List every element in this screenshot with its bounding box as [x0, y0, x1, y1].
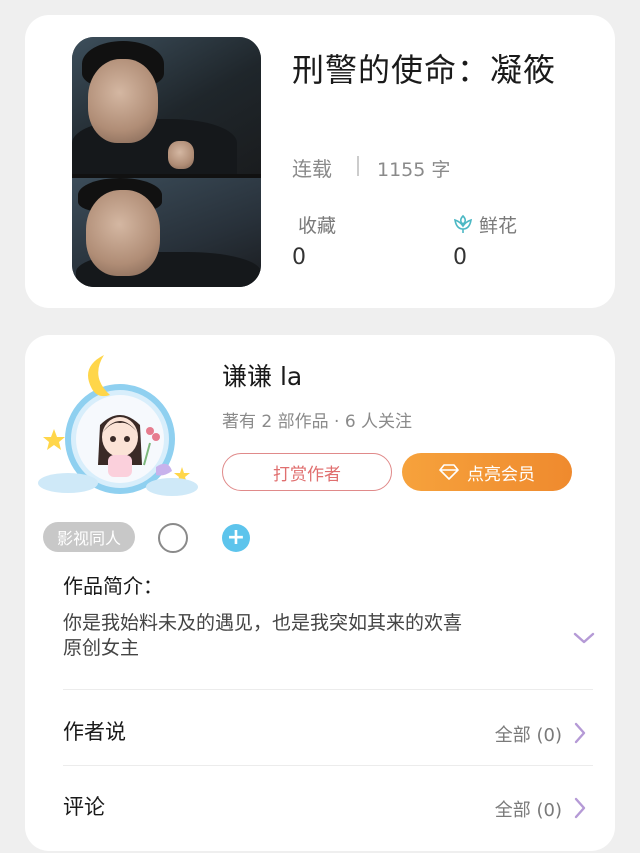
comments-label[interactable]: 评论 [63, 791, 105, 821]
divider [63, 765, 593, 766]
author-says-label[interactable]: 作者说 [63, 716, 126, 746]
divider [63, 689, 593, 690]
tip-author-button[interactable]: 打赏作者 [222, 453, 392, 491]
serial-status: 连载 [292, 157, 332, 181]
author-card: 谦谦 la 著有 2 部作品 · 6 人关注 打赏作者 点亮会员 影视同人 + … [25, 335, 615, 851]
author-name[interactable]: 谦谦 la [222, 357, 302, 393]
intro-line-1: 你是我始料未及的遇见，也是我突如其来的欢喜 [63, 612, 463, 634]
chevron-right-icon[interactable] [573, 722, 587, 744]
tip-author-label: 打赏作者 [273, 464, 341, 485]
comments-count[interactable]: 全部 (0) [495, 796, 562, 822]
tag-circle-icon[interactable] [158, 523, 188, 553]
chevron-down-icon[interactable] [573, 631, 595, 645]
word-count: 1155 字 [377, 159, 451, 181]
book-cover-image[interactable] [72, 37, 261, 287]
chevron-right-icon[interactable] [573, 797, 587, 819]
diamond-icon [439, 464, 459, 480]
flowers-label[interactable]: 鲜花 [479, 211, 517, 238]
favorites-count: 0 [292, 245, 306, 270]
author-meta: 著有 2 部作品 · 6 人关注 [222, 412, 413, 432]
add-tag-button[interactable]: + [222, 524, 250, 552]
light-vip-label: 点亮会员 [467, 464, 535, 485]
flowers-count: 0 [453, 245, 467, 270]
intro-text: 你是我始料未及的遇见，也是我突如其来的欢喜 原创女主 [63, 611, 462, 661]
author-says-count[interactable]: 全部 (0) [495, 721, 562, 747]
intro-title: 作品简介： [63, 574, 163, 598]
book-info-card: 刑警的使命：凝筱 连载 1155 字 收藏 0 鲜花 0 [25, 15, 615, 308]
favorites-label[interactable]: 收藏 [298, 211, 336, 238]
light-vip-button[interactable]: 点亮会员 [402, 453, 572, 491]
cover-panel-bottom [72, 178, 261, 287]
book-title: 刑警的使命：凝筱 [292, 51, 557, 89]
genre-tag[interactable]: 影视同人 [43, 522, 136, 552]
flower-icon [453, 214, 473, 233]
intro-line-2: 原创女主 [63, 637, 140, 659]
divider [357, 156, 359, 176]
cover-panel-top [72, 37, 261, 179]
author-avatar[interactable] [32, 347, 202, 502]
